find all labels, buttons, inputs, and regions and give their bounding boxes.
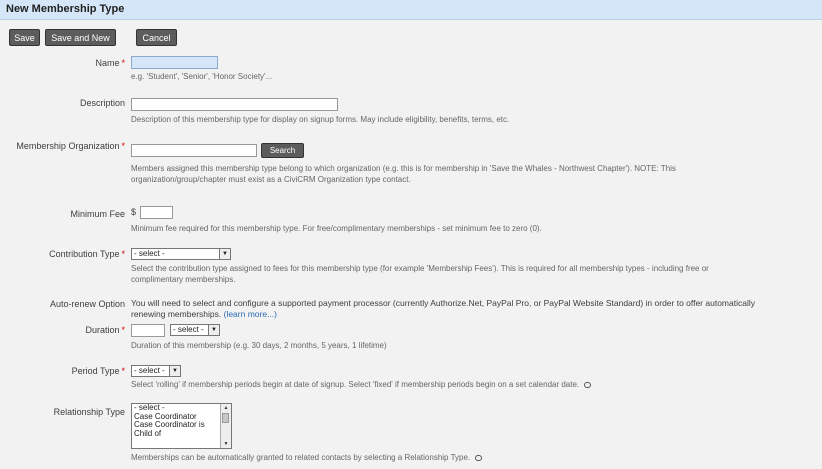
contribution-type-label: Contribution Type * (49, 249, 125, 259)
cancel-button[interactable]: Cancel (136, 29, 177, 46)
help-icon[interactable] (475, 454, 483, 461)
scroll-up-icon[interactable]: ▲ (221, 404, 231, 412)
contribution-type-help-text-1: Select the contribution type assigned to… (131, 264, 709, 273)
organization-search-button[interactable]: Search (261, 143, 304, 158)
page-title: New Membership Type (6, 3, 125, 15)
minimum-fee-input[interactable] (140, 206, 173, 219)
period-type-help-text: Select 'rolling' if membership periods b… (131, 379, 592, 390)
required-marker: * (121, 141, 125, 151)
organization-help-text-1: Members assigned this membership type be… (131, 164, 676, 173)
minimum-fee-label: Minimum Fee (70, 209, 125, 219)
scroll-down-icon[interactable]: ▼ (221, 440, 231, 448)
required-marker: * (121, 325, 125, 335)
period-type-label: Period Type * (71, 366, 125, 376)
chevron-down-icon: ▼ (219, 249, 230, 259)
contribution-type-help-text-2: complimentary memberships. (131, 275, 236, 284)
listbox-scrollbar[interactable]: ▲ ▼ (220, 404, 231, 448)
scroll-thumb[interactable] (222, 413, 229, 423)
duration-help-text: Duration of this membership (e.g. 30 day… (131, 341, 387, 350)
help-icon[interactable] (584, 381, 592, 388)
organization-help-text-2: organization/group/chapter must exist as… (131, 175, 411, 184)
organization-input[interactable] (131, 144, 257, 157)
required-marker: * (121, 249, 125, 259)
duration-label: Duration * (85, 325, 125, 335)
period-type-select[interactable]: - select - ▼ (131, 365, 181, 377)
save-button[interactable]: Save (9, 29, 40, 46)
organization-label: Membership Organization * (16, 141, 125, 151)
auto-renew-label: Auto-renew Option (49, 299, 125, 309)
relationship-type-help-text: Memberships can be automatically granted… (131, 452, 483, 463)
contribution-type-select[interactable]: - select - ▼ (131, 248, 231, 260)
currency-symbol: $ (131, 207, 137, 217)
auto-renew-text-1: You will need to select and configure a … (131, 298, 755, 308)
learn-more-link[interactable]: (learn more...) (224, 309, 277, 319)
save-and-new-button[interactable]: Save and New (45, 29, 116, 46)
relationship-type-label: Relationship Type (53, 407, 125, 417)
description-input[interactable] (131, 98, 338, 111)
chevron-down-icon: ▼ (169, 366, 180, 376)
page-header: New Membership Type (0, 0, 822, 20)
minimum-fee-help-text: Minimum fee required for this membership… (131, 224, 542, 233)
relationship-type-listbox[interactable]: - select - Case Coordinator Case Coordin… (131, 403, 232, 449)
description-help-text: Description of this membership type for … (131, 115, 510, 124)
description-label: Description (79, 98, 125, 108)
required-marker: * (121, 366, 125, 376)
duration-unit-selected: - select - (173, 325, 204, 334)
list-item[interactable]: Child of (132, 429, 231, 439)
contribution-type-selected: - select - (134, 249, 165, 258)
auto-renew-text-2: renewing memberships. (learn more...) (131, 309, 277, 319)
name-label: Name * (95, 58, 125, 68)
name-input[interactable] (131, 56, 218, 69)
period-type-selected: - select - (134, 366, 165, 375)
name-help-text: e.g. 'Student', 'Senior', 'Honor Society… (131, 72, 273, 81)
chevron-down-icon: ▼ (208, 325, 219, 335)
required-marker: * (121, 58, 125, 68)
duration-unit-select[interactable]: - select - ▼ (170, 324, 220, 336)
duration-input[interactable] (131, 324, 165, 337)
